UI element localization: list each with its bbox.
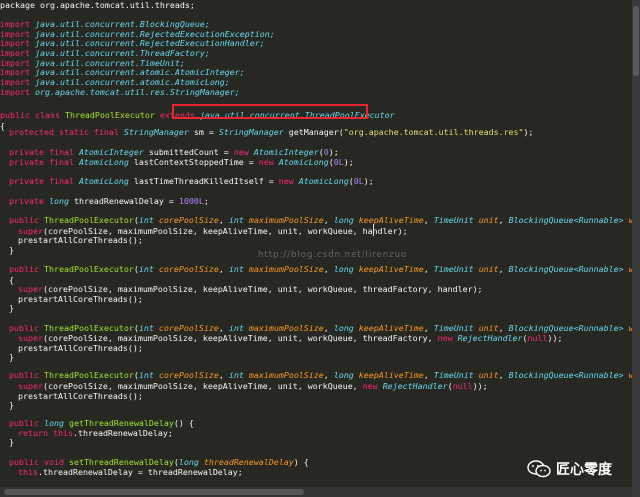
badge-text: 匠心零度 [556,462,612,478]
code-line-getter-return: return this.threadRenewalDelay; [18,428,173,438]
code-line-getter-close: } [9,437,14,447]
code-line-string-manager: protected static final StringManager sm … [9,127,534,137]
code-line-prestart: prestartAllCoreThreads(); [18,391,143,401]
vertical-scroll-thumb[interactable] [633,6,639,76]
code-line-brace: } [9,245,14,255]
watermark: http://blog.csdn.net/lirenzuo [258,250,408,260]
code-line-brace: } [9,400,14,410]
wechat-badge: 匠心零度 [527,458,612,480]
code-line-field-last-context-stopped: private final AtomicLong lastContextStop… [9,157,354,167]
horizontal-scroll-thumb[interactable] [4,489,304,495]
code-line-field-last-killed: private final AtomicLong lastTimeThreadK… [9,176,374,186]
vertical-scrollbar[interactable] [632,0,640,497]
code-line-package: package org.apache.tomcat.util.threads; [0,0,195,10]
code-line-constructor-signature: public ThreadPoolExecutor(int corePoolSi… [9,215,632,225]
code-line-prestart: prestartAllCoreThreads(); [18,235,143,245]
code-line-brace: } [9,352,14,362]
highlight-box [172,104,368,119]
code-line-brace: { [9,275,14,285]
code-line-brace: } [9,303,14,313]
code-line-prestart: prestartAllCoreThreads(); [18,294,143,304]
code-line-setter-body: this.threadRenewalDelay = threadRenewalD… [18,467,243,477]
code-line-constructor-signature: public ThreadPoolExecutor(int corePoolSi… [9,370,632,380]
code-line-prestart: prestartAllCoreThreads(); [18,343,143,353]
wechat-icon [527,460,551,478]
code-line-constructor-signature: public ThreadPoolExecutor(int corePoolSi… [9,264,632,274]
code-line-import: import org.apache.tomcat.util.res.String… [0,87,240,97]
horizontal-scrollbar[interactable] [0,487,632,497]
code-line-field-renewal-delay: private long threadRenewalDelay = 1000L; [9,196,209,206]
code-line-brace: { [0,121,5,131]
text-cursor-icon [371,224,377,236]
code-editor[interactable]: package org.apache.tomcat.util.threads; … [0,0,632,487]
